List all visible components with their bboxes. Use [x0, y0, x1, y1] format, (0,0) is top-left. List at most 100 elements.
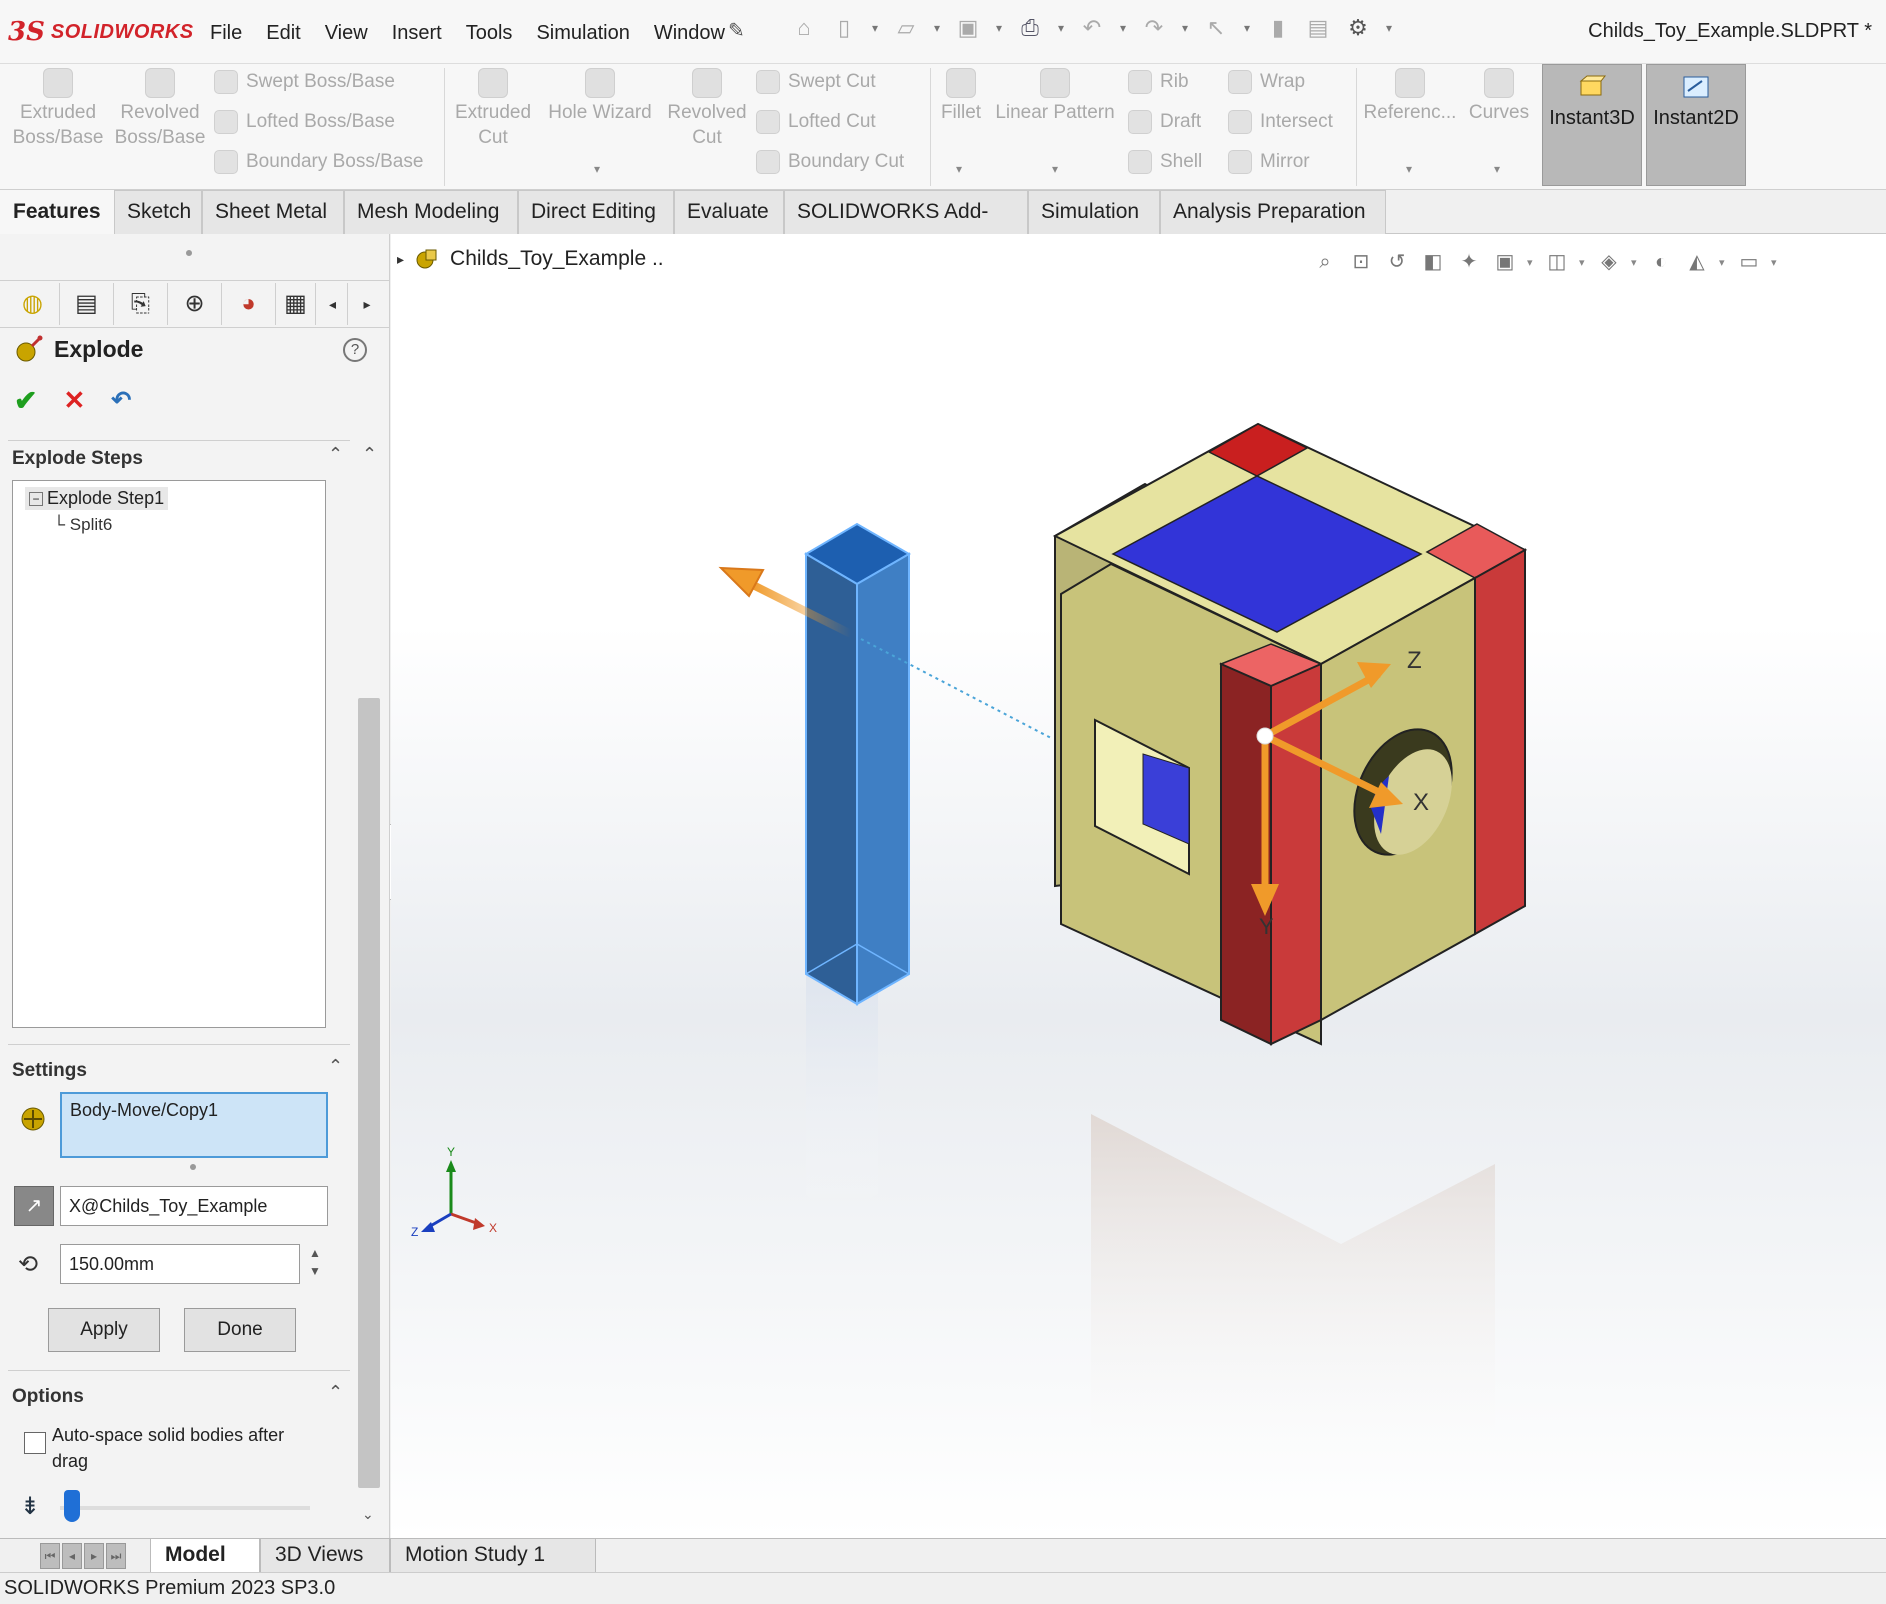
chevron-down-icon[interactable]: ▾: [1384, 21, 1394, 35]
undo-icon[interactable]: ↶: [1078, 14, 1106, 42]
previous-view-icon[interactable]: ↺: [1383, 248, 1411, 276]
instant3d-button[interactable]: Instant3D: [1542, 64, 1642, 186]
extruded-cut-button[interactable]: Extruded Cut: [450, 64, 536, 152]
chevron-down-icon[interactable]: ▾: [1631, 256, 1639, 269]
draft-button[interactable]: Draft: [1128, 110, 1201, 134]
reverse-direction-button[interactable]: ↗: [14, 1186, 54, 1226]
chevron-down-icon[interactable]: ▾: [594, 162, 600, 176]
split-body-node[interactable]: └ Split6: [53, 515, 112, 535]
zoom-to-fit-icon[interactable]: ⌕: [1311, 248, 1339, 276]
boundary-cut-button[interactable]: Boundary Cut: [756, 150, 904, 174]
tab-features[interactable]: Features: [0, 190, 114, 234]
auto-space-checkbox[interactable]: [24, 1432, 46, 1454]
hide-show-items-icon[interactable]: ◈: [1595, 248, 1623, 276]
tab-evaluate[interactable]: Evaluate: [674, 190, 784, 234]
direction-field[interactable]: X@Childs_Toy_Example: [60, 1186, 328, 1226]
apply-button[interactable]: Apply: [48, 1308, 160, 1352]
pin-icon[interactable]: ✎: [728, 18, 745, 43]
tab-sketch[interactable]: Sketch: [114, 190, 202, 234]
chevron-down-icon[interactable]: ▾: [994, 21, 1004, 35]
options-gear-icon[interactable]: ⚙: [1344, 14, 1372, 42]
menu-tools[interactable]: Tools: [454, 20, 525, 47]
zoom-to-area-icon[interactable]: ⊡: [1347, 248, 1375, 276]
collapse-caret-icon[interactable]: ⌃: [328, 1056, 343, 1077]
graphics-area[interactable]: Z X Y Y X Z ▸ Childs_Toy_Example .. ⌕ ⊡ …: [391, 234, 1886, 1538]
rebuild-icon[interactable]: ▮: [1264, 14, 1292, 42]
feature-manager-icon[interactable]: ◍: [6, 283, 60, 325]
undo-icon[interactable]: ↶: [111, 386, 131, 415]
first-tab-icon[interactable]: ⏮: [40, 1543, 60, 1569]
revolved-cut-button[interactable]: Revolved Cut: [664, 64, 750, 152]
view-orientation-icon[interactable]: ▣: [1491, 248, 1519, 276]
model-scene[interactable]: Z X Y Y X Z: [391, 234, 1886, 1538]
redo-icon[interactable]: ↷: [1140, 14, 1168, 42]
collapse-caret-icon[interactable]: ⌃: [328, 444, 343, 465]
chevron-down-icon[interactable]: ▾: [956, 162, 962, 176]
apply-scene-icon[interactable]: ◭: [1683, 248, 1711, 276]
next-tab-icon[interactable]: ▸: [84, 1543, 104, 1569]
ok-checkmark-icon[interactable]: ✔: [14, 384, 37, 417]
last-tab-icon[interactable]: ⏭: [106, 1543, 126, 1569]
solidworks-logo[interactable]: 3S SOLIDWORKS: [8, 14, 194, 50]
chevron-down-icon[interactable]: ▾: [1118, 21, 1128, 35]
explode-step-node[interactable]: − Explode Step1: [25, 487, 169, 510]
spacing-slider-track[interactable]: [60, 1506, 310, 1510]
view-settings-icon[interactable]: ▭: [1735, 248, 1763, 276]
lofted-boss-button[interactable]: Lofted Boss/Base: [214, 110, 395, 134]
linear-pattern-button[interactable]: Linear Pattern: [990, 64, 1120, 127]
scroll-down-icon[interactable]: ⌄: [362, 1506, 374, 1523]
scroll-up-icon[interactable]: ⌃: [362, 444, 377, 465]
revolved-boss-button[interactable]: Revolved Boss/Base: [112, 64, 208, 152]
help-icon[interactable]: ?: [343, 338, 367, 362]
spin-up-icon[interactable]: ▲: [306, 1244, 324, 1262]
body-selection-field[interactable]: Body-Move/Copy1: [60, 1092, 328, 1158]
configuration-manager-icon[interactable]: ⎘: [114, 283, 168, 325]
new-document-icon[interactable]: ▯: [830, 14, 858, 42]
field-grip[interactable]: [190, 1164, 196, 1170]
menu-view[interactable]: View: [313, 20, 380, 47]
tab-simulation[interactable]: Simulation: [1028, 190, 1160, 234]
panel-scrollbar[interactable]: ⌄: [356, 470, 382, 1532]
curves-button[interactable]: Curves: [1462, 64, 1536, 127]
chevron-down-icon[interactable]: ▾: [1052, 162, 1058, 176]
spin-down-icon[interactable]: ▼: [306, 1262, 324, 1280]
extruded-boss-button[interactable]: Extruded Boss/Base: [10, 64, 106, 152]
hole-wizard-button[interactable]: Hole Wizard: [540, 64, 660, 127]
split-body-bar[interactable]: [804, 522, 912, 1006]
tab-sheet-metal[interactable]: Sheet Metal: [202, 190, 344, 234]
collapse-caret-icon[interactable]: ⌃: [328, 1382, 343, 1403]
done-button[interactable]: Done: [184, 1308, 296, 1352]
collapse-minus-icon[interactable]: −: [29, 492, 43, 507]
chevron-down-icon[interactable]: ▾: [1180, 21, 1190, 35]
dimxpert-manager-icon[interactable]: ⊕: [168, 283, 222, 325]
menu-window[interactable]: Window: [642, 20, 737, 47]
section-view-icon[interactable]: ◧: [1419, 248, 1447, 276]
tab-analysis-preparation[interactable]: Analysis Preparation: [1160, 190, 1386, 234]
distance-input[interactable]: 150.00mm: [60, 1244, 300, 1284]
tab-mesh-modeling[interactable]: Mesh Modeling: [344, 190, 518, 234]
property-manager-icon[interactable]: ▤: [60, 283, 114, 325]
boundary-boss-button[interactable]: Boundary Boss/Base: [214, 150, 423, 174]
chevron-down-icon[interactable]: ▾: [1771, 256, 1779, 269]
file-properties-icon[interactable]: ▤: [1304, 14, 1332, 42]
feature-tree-flyout[interactable]: ▸ Childs_Toy_Example ..: [397, 246, 664, 272]
chevron-down-icon[interactable]: ▾: [1056, 21, 1066, 35]
triad-origin-ball[interactable]: [1256, 727, 1274, 745]
swept-cut-button[interactable]: Swept Cut: [756, 70, 876, 94]
select-cursor-icon[interactable]: ↖: [1202, 14, 1230, 42]
edit-appearance-icon[interactable]: ◐: [1647, 248, 1675, 276]
cancel-x-icon[interactable]: ✕: [63, 385, 85, 416]
distance-spinner[interactable]: ▲ ▼: [306, 1244, 324, 1284]
open-folder-icon[interactable]: ▱: [892, 14, 920, 42]
menu-insert[interactable]: Insert: [380, 20, 454, 47]
chevron-down-icon[interactable]: ▾: [932, 21, 942, 35]
prev-tab-icon[interactable]: ◂: [62, 1543, 82, 1569]
instant2d-button[interactable]: Instant2D: [1646, 64, 1746, 186]
swept-boss-button[interactable]: Swept Boss/Base: [214, 70, 395, 94]
menu-edit[interactable]: Edit: [254, 20, 312, 47]
cam-manager-icon[interactable]: ▦: [276, 283, 316, 325]
tab-direct-editing[interactable]: Direct Editing: [518, 190, 674, 234]
panel-scrollbar-thumb[interactable]: [358, 698, 380, 1488]
panel-grip[interactable]: [186, 250, 192, 256]
chevron-down-icon[interactable]: ▾: [1406, 162, 1412, 176]
